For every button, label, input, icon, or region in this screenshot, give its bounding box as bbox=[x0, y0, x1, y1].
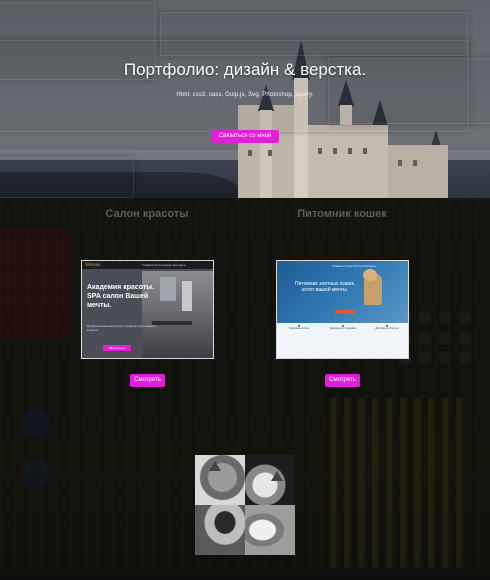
cat-collage-image bbox=[195, 455, 295, 555]
hero-subtitle: Html, css3, sass, Gulp.js, Svg, Photosho… bbox=[176, 92, 314, 98]
project-title-cats: Питомник кошек bbox=[297, 208, 387, 220]
cat-ear bbox=[271, 471, 283, 481]
project-preview-salon[interactable]: Venus Главная Услуги Цены Контакты Акаде… bbox=[81, 260, 214, 359]
portfolio-section: Салон красоты Питомник кошек Venus Главн… bbox=[0, 198, 490, 572]
view-cats-button[interactable]: Смотреть bbox=[325, 374, 360, 387]
hero-section: Портфолио: дизайн & верстка. Html, css3,… bbox=[0, 0, 490, 198]
preview-header: Главная О нас Котята Контакты Питомник э… bbox=[277, 261, 408, 323]
cat-ear bbox=[209, 461, 221, 471]
glass-panel bbox=[160, 12, 468, 56]
preview-feature: Доставка по России bbox=[375, 327, 399, 330]
footer-bar bbox=[0, 572, 490, 580]
preview-text: Профессиональный уход и комфорт для кажд… bbox=[87, 324, 156, 332]
preview-button: Записаться bbox=[103, 345, 131, 351]
glass-panel bbox=[0, 157, 134, 198]
page-title: Портфолио: дизайн & верстка. bbox=[123, 60, 367, 79]
view-salon-button[interactable]: Смотреть bbox=[130, 374, 165, 387]
project-title-salon: Салон красоты bbox=[105, 208, 189, 220]
preview-menu: Главная Услуги Цены Контакты bbox=[142, 263, 186, 267]
contact-button[interactable]: Связаться со мной bbox=[211, 130, 279, 143]
preview-logo: Venus bbox=[85, 262, 101, 268]
preview-headline: Академия красоты. SPA салон Вашей мечты. bbox=[87, 284, 155, 309]
preview-button bbox=[335, 310, 355, 314]
preview-feature: Здоровые котята bbox=[289, 327, 309, 330]
preview-menu: Главная О нас Котята Контакты bbox=[332, 264, 377, 268]
cat-photo bbox=[245, 455, 295, 505]
preview-feature: Документы и прививки bbox=[329, 327, 357, 330]
cat-photo bbox=[245, 505, 295, 555]
cat-photo bbox=[195, 505, 245, 555]
preview-headline: Питомник элитных кошек, котят вашей мечт… bbox=[294, 281, 356, 293]
cat-head bbox=[363, 269, 377, 281]
project-preview-cats[interactable]: Главная О нас Котята Контакты Питомник э… bbox=[276, 260, 409, 359]
